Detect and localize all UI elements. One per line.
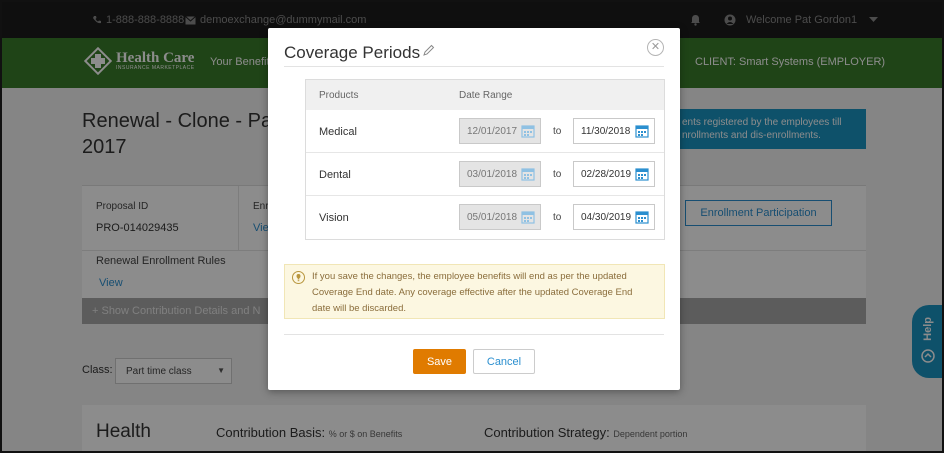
- table-header: Products Date Range: [306, 80, 664, 110]
- start-date-field: 03/01/2018: [459, 161, 541, 187]
- save-button[interactable]: Save: [413, 349, 466, 374]
- start-date-field: 05/01/2018: [459, 204, 541, 230]
- modal-title: Coverage Periods: [284, 43, 421, 62]
- table-row: Dental 03/01/2018 to 02/28/2019: [306, 153, 664, 196]
- warning-message: If you save the changes, the employee be…: [284, 264, 665, 319]
- coverage-periods-modal: Coverage Periods ✕ Products Date Range M…: [268, 28, 680, 390]
- table-row: Vision 05/01/2018 to 04/30/2019: [306, 196, 664, 239]
- product-name: Vision: [319, 212, 349, 224]
- calendar-icon: [521, 168, 535, 181]
- column-header-date-range: Date Range: [459, 90, 513, 101]
- warning-text-line: date will be discarded.: [312, 303, 406, 314]
- warning-text-line: Coverage End date. Any coverage effectiv…: [312, 287, 633, 298]
- pencil-icon[interactable]: [423, 44, 435, 56]
- calendar-icon[interactable]: [635, 167, 649, 181]
- calendar-icon: [521, 125, 535, 138]
- calendar-icon[interactable]: [635, 210, 649, 224]
- to-label: to: [553, 126, 562, 137]
- close-icon[interactable]: ✕: [647, 39, 664, 56]
- end-date-field[interactable]: 04/30/2019: [573, 204, 655, 230]
- product-name: Dental: [319, 169, 351, 181]
- cancel-button[interactable]: Cancel: [473, 349, 535, 374]
- divider: [284, 334, 664, 335]
- calendar-icon: [521, 211, 535, 224]
- end-date-field[interactable]: 02/28/2019: [573, 161, 655, 187]
- product-name: Medical: [319, 126, 357, 138]
- warning-text-line: If you save the changes, the employee be…: [312, 271, 627, 282]
- column-header-products: Products: [319, 90, 359, 101]
- calendar-icon[interactable]: [635, 124, 649, 138]
- to-label: to: [553, 212, 562, 223]
- start-date-field: 12/01/2017: [459, 118, 541, 144]
- lightbulb-icon: [292, 271, 305, 284]
- coverage-table: Products Date Range Medical 12/01/2017 t…: [305, 79, 665, 240]
- to-label: to: [553, 169, 562, 180]
- table-row: Medical 12/01/2017 to 11/30/2018: [306, 110, 664, 153]
- end-date-field[interactable]: 11/30/2018: [573, 118, 655, 144]
- divider: [284, 66, 664, 67]
- app-frame: 1-888-888-8888 demoexchange@dummymail.co…: [0, 0, 944, 453]
